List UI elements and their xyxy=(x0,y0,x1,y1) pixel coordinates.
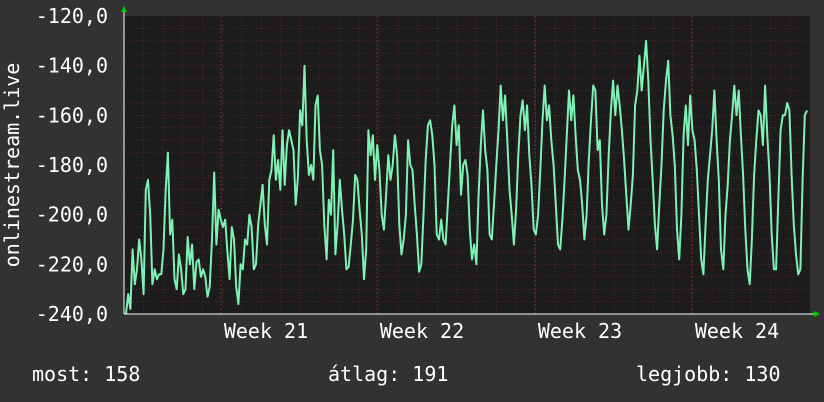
current-value: most: 158 xyxy=(32,362,141,386)
y-tick-label: -220,0 xyxy=(36,252,108,276)
x-tick-label: Week 24 xyxy=(695,319,779,343)
x-tick-label: Week 23 xyxy=(538,319,622,343)
line-chart: -120,0 -140,0 -160,0 -180,0 -200,0 -220,0 -240… xyxy=(0,4,820,343)
y-tick-label: -160,0 xyxy=(36,103,108,127)
y-tick-label: -120,0 xyxy=(36,4,108,28)
y-tick-label: -140,0 xyxy=(36,54,108,78)
average-value: átlag: 191 xyxy=(328,362,449,386)
y-tick-label: -180,0 xyxy=(36,153,108,177)
y-tick-label: -200,0 xyxy=(36,203,108,227)
y-axis-arrow xyxy=(121,6,127,12)
x-axis-arrow xyxy=(814,311,820,317)
x-tick-label: Week 22 xyxy=(380,319,464,343)
y-tick-label: -240,0 xyxy=(36,302,108,326)
x-tick-label: Week 21 xyxy=(224,319,308,343)
max-value: legjobb: 130 xyxy=(636,362,781,386)
y-axis-label: onlinestream.live xyxy=(0,63,24,268)
